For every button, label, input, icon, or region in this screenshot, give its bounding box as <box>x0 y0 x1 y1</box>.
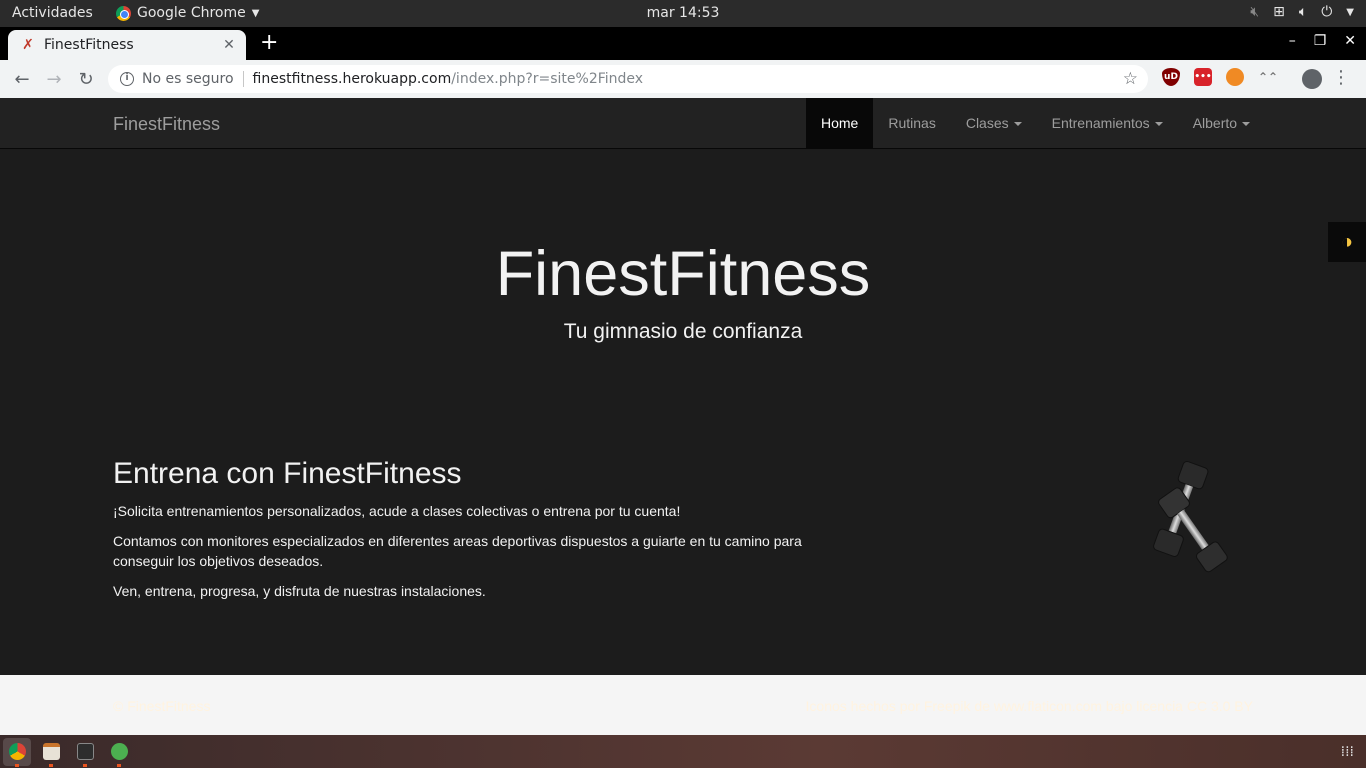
clock[interactable]: mar 14:53 <box>647 5 720 21</box>
grey-extension-icon[interactable]: ⌃⌃ <box>1258 68 1278 86</box>
chrome-menu-icon[interactable]: ⋮ <box>1332 67 1350 88</box>
info-icon[interactable]: i <box>120 72 134 86</box>
nav-item-clases[interactable]: Clases <box>951 98 1037 148</box>
main-content: FinestFitness Tu gimnasio de confianza ◑… <box>0 149 1366 675</box>
chrome-icon <box>116 5 131 21</box>
nav-item-label: Rutinas <box>888 115 936 131</box>
caret-down-icon <box>1013 122 1022 127</box>
dumbbells-image <box>1153 460 1228 573</box>
power-icon[interactable]: ⏻ <box>1321 4 1332 20</box>
site-footer: © FinestFitness Iconos hechos por Freepi… <box>0 675 1366 735</box>
show-applications-icon[interactable]: ⁞⁞⁞ <box>1341 744 1354 760</box>
section-paragraph: Ven, entrena, progresa, y disfruta de nu… <box>113 583 486 599</box>
file-manager-icon[interactable] <box>43 743 60 760</box>
nav-item-user-alberto[interactable]: Alberto <box>1178 98 1265 148</box>
site-navbar: FinestFitness Home Rutinas Clases Entren… <box>0 98 1366 149</box>
browser-toolbar: ← → ↻ i No es seguro finestfitness.herok… <box>0 60 1366 98</box>
caret-down-icon <box>1154 122 1163 127</box>
app-menu-label: Google Chrome <box>137 5 246 21</box>
system-tray[interactable]: 🔇︎ ⊞ 🔈︎ ⏻ ▼ <box>1250 4 1354 20</box>
chevron-down-icon: ▼ <box>251 7 260 19</box>
running-indicator <box>49 764 53 767</box>
tab-title: FinestFitness <box>44 37 134 53</box>
close-tab-icon[interactable]: ✕ <box>220 37 238 53</box>
nav-item-label: Clases <box>965 115 1009 131</box>
taskbar-dock: ⁞⁞⁞ <box>0 735 1366 768</box>
security-status[interactable]: No es seguro <box>142 71 234 87</box>
separator <box>242 71 244 87</box>
nav-item-home[interactable]: Home <box>806 98 874 148</box>
activities-button[interactable]: Actividades <box>12 5 93 21</box>
orange-extension-icon[interactable] <box>1226 68 1244 86</box>
hero-subtitle: Tu gimnasio de confianza <box>563 320 803 343</box>
section-paragraph: Contamos con monitores especializados en… <box>113 533 802 569</box>
terminal-icon[interactable] <box>77 743 94 760</box>
nav-item-rutinas[interactable]: Rutinas <box>873 98 950 148</box>
contrast-toggle-icon[interactable]: ◑ <box>1328 222 1366 262</box>
tab-strip: ✗ FinestFitness ✕ + – ❐ ✕ <box>0 27 1366 60</box>
nav-item-label: Home <box>821 115 859 131</box>
ublock-extension-icon[interactable]: uD <box>1162 68 1180 86</box>
red-extension-icon[interactable]: ••• <box>1194 68 1212 86</box>
section-heading: Entrena con FinestFitness <box>113 457 462 490</box>
site-brand[interactable]: FinestFitness <box>113 114 220 135</box>
mic-muted-icon[interactable]: 🔇︎ <box>1250 4 1259 20</box>
nav-item-label: Entrenamientos <box>1051 115 1150 131</box>
running-indicator <box>15 764 19 767</box>
chevron-down-icon[interactable]: ▼ <box>1346 7 1354 18</box>
url-host: finestfitness.herokuapp.com <box>252 71 452 87</box>
minimize-window-button[interactable]: – <box>1289 33 1296 49</box>
close-window-button[interactable]: ✕ <box>1344 33 1356 49</box>
back-button[interactable]: ← <box>6 69 38 90</box>
reload-button[interactable]: ↻ <box>70 69 102 90</box>
footer-credits[interactable]: Iconos hechos por Freepik de www.flatico… <box>806 698 1253 714</box>
running-indicator <box>83 764 87 767</box>
footer-copyright: © FinestFitness <box>113 698 211 714</box>
restore-window-button[interactable]: ❐ <box>1314 33 1327 49</box>
address-bar[interactable]: i No es seguro finestfitness.herokuapp.c… <box>108 65 1148 93</box>
nav-item-entrenamientos[interactable]: Entrenamientos <box>1037 98 1178 148</box>
green-app-icon[interactable] <box>111 743 128 760</box>
url-path: /index.php?r=site%2Findex <box>451 71 644 87</box>
volume-muted-icon[interactable]: 🔈︎ <box>1299 4 1307 20</box>
hero-title: FinestFitness <box>495 239 871 309</box>
profile-avatar-icon[interactable] <box>1302 69 1322 89</box>
bookmark-star-icon[interactable]: ☆ <box>1123 69 1138 89</box>
network-icon[interactable]: ⊞ <box>1273 4 1285 20</box>
dumbbell-favicon-icon: ✗ <box>22 37 34 53</box>
caret-down-icon <box>1242 122 1251 127</box>
forward-button[interactable]: → <box>38 69 70 90</box>
app-menu[interactable]: Google Chrome ▼ <box>116 5 259 21</box>
browser-tab[interactable]: ✗ FinestFitness ✕ <box>8 30 246 60</box>
section-paragraph: ¡Solicita entrenamientos personalizados,… <box>113 503 681 519</box>
nav-menu: Home Rutinas Clases Entrenamientos Alber… <box>806 98 1265 148</box>
nav-item-label: Alberto <box>1192 115 1238 131</box>
running-indicator <box>117 764 121 767</box>
new-tab-button[interactable]: + <box>260 32 278 54</box>
system-top-bar: Actividades Google Chrome ▼ mar 14:53 🔇︎… <box>0 0 1366 27</box>
chrome-icon[interactable] <box>9 743 26 760</box>
